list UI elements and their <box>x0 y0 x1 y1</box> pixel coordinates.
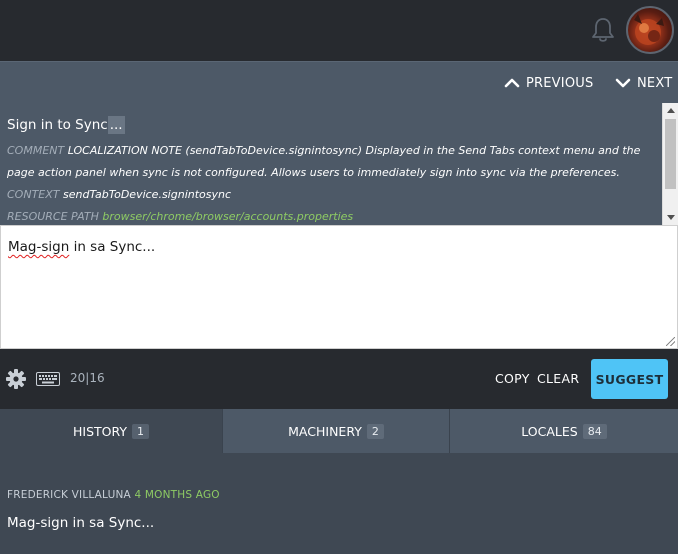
scrollbar-thumb[interactable] <box>665 119 676 189</box>
resize-handle[interactable] <box>666 337 675 346</box>
translation-text[interactable]: Mag-sign in sa Sync... <box>8 239 155 255</box>
navigation-bar: PREVIOUS NEXT <box>0 61 678 103</box>
chevron-down-icon <box>615 78 631 88</box>
tab-locales-count: 84 <box>582 423 607 439</box>
comment-label: COMMENT <box>7 144 65 157</box>
previous-button[interactable]: PREVIOUS <box>504 62 593 104</box>
translation-rest: in sa Sync... <box>69 239 156 255</box>
next-button[interactable]: NEXT <box>615 62 672 104</box>
tab-locales-label: LOCALES <box>521 423 578 439</box>
character-count: 20|16 <box>70 371 105 385</box>
chevron-up-icon <box>504 78 520 88</box>
keyboard-icon[interactable] <box>36 372 60 386</box>
previous-label: PREVIOUS <box>526 75 594 91</box>
resource-path-label: RESOURCE PATH <box>7 210 99 223</box>
tab-history-label: HISTORY <box>72 423 128 439</box>
scroll-down-icon[interactable] <box>667 215 675 220</box>
misspelled-word: Mag-sign <box>8 239 70 255</box>
comment-text: LOCALIZATION NOTE (sendTabToDevice.signi… <box>7 144 641 179</box>
resource-path-row: RESOURCE PATH browser/chrome/browser/acc… <box>7 206 657 225</box>
tab-locales[interactable]: LOCALES 84 <box>450 409 678 453</box>
tab-history-count: 1 <box>132 423 150 439</box>
source-panel: Sign in to Sync... COMMENT LOCALIZATION … <box>0 103 678 225</box>
helper-tabs: HISTORY 1 MACHINERY 2 LOCALES 84 <box>0 409 678 453</box>
comment-row: COMMENT LOCALIZATION NOTE (sendTabToDevi… <box>7 140 657 184</box>
original-ellipsis-placeable: ... <box>107 116 125 134</box>
avatar-image <box>634 14 664 45</box>
tab-machinery[interactable]: MACHINERY 2 <box>223 409 450 453</box>
history-time: 4 MONTHS AGO <box>134 489 220 501</box>
tab-machinery-label: MACHINERY <box>288 423 362 439</box>
context-label: CONTEXT <box>7 188 60 201</box>
source-scrollbar[interactable] <box>662 103 678 225</box>
bell-icon[interactable] <box>590 16 616 44</box>
context-value: sendTabToDevice.signintosync <box>63 188 232 201</box>
top-bar <box>0 0 678 61</box>
user-avatar[interactable] <box>626 6 674 54</box>
history-panel: FREDERICK VILLALUNA 4 MONTHS AGO Mag-sig… <box>0 453 678 554</box>
clear-button[interactable]: CLEAR <box>537 371 579 386</box>
original-text: Sign in to Sync <box>7 117 108 133</box>
gear-icon[interactable] <box>6 369 26 389</box>
history-translation[interactable]: Mag-sign in sa Sync... <box>7 515 154 531</box>
copy-button[interactable]: COPY <box>495 371 530 386</box>
next-label: NEXT <box>637 75 673 91</box>
translation-editor[interactable]: Mag-sign in sa Sync... <box>0 225 678 349</box>
original-string: Sign in to Sync... <box>7 115 657 135</box>
resource-path-link[interactable]: browser/chrome/browser/accounts.properti… <box>102 210 353 223</box>
history-author[interactable]: FREDERICK VILLALUNA <box>7 489 131 501</box>
tab-machinery-count: 2 <box>366 423 384 439</box>
tab-history[interactable]: HISTORY 1 <box>0 409 223 453</box>
history-entry-meta: FREDERICK VILLALUNA 4 MONTHS AGO <box>7 489 220 501</box>
scroll-up-icon[interactable] <box>667 108 675 113</box>
context-row: CONTEXT sendTabToDevice.signintosync <box>7 184 657 206</box>
source-content: Sign in to Sync... COMMENT LOCALIZATION … <box>7 115 657 225</box>
suggest-button[interactable]: SUGGEST <box>591 359 668 399</box>
